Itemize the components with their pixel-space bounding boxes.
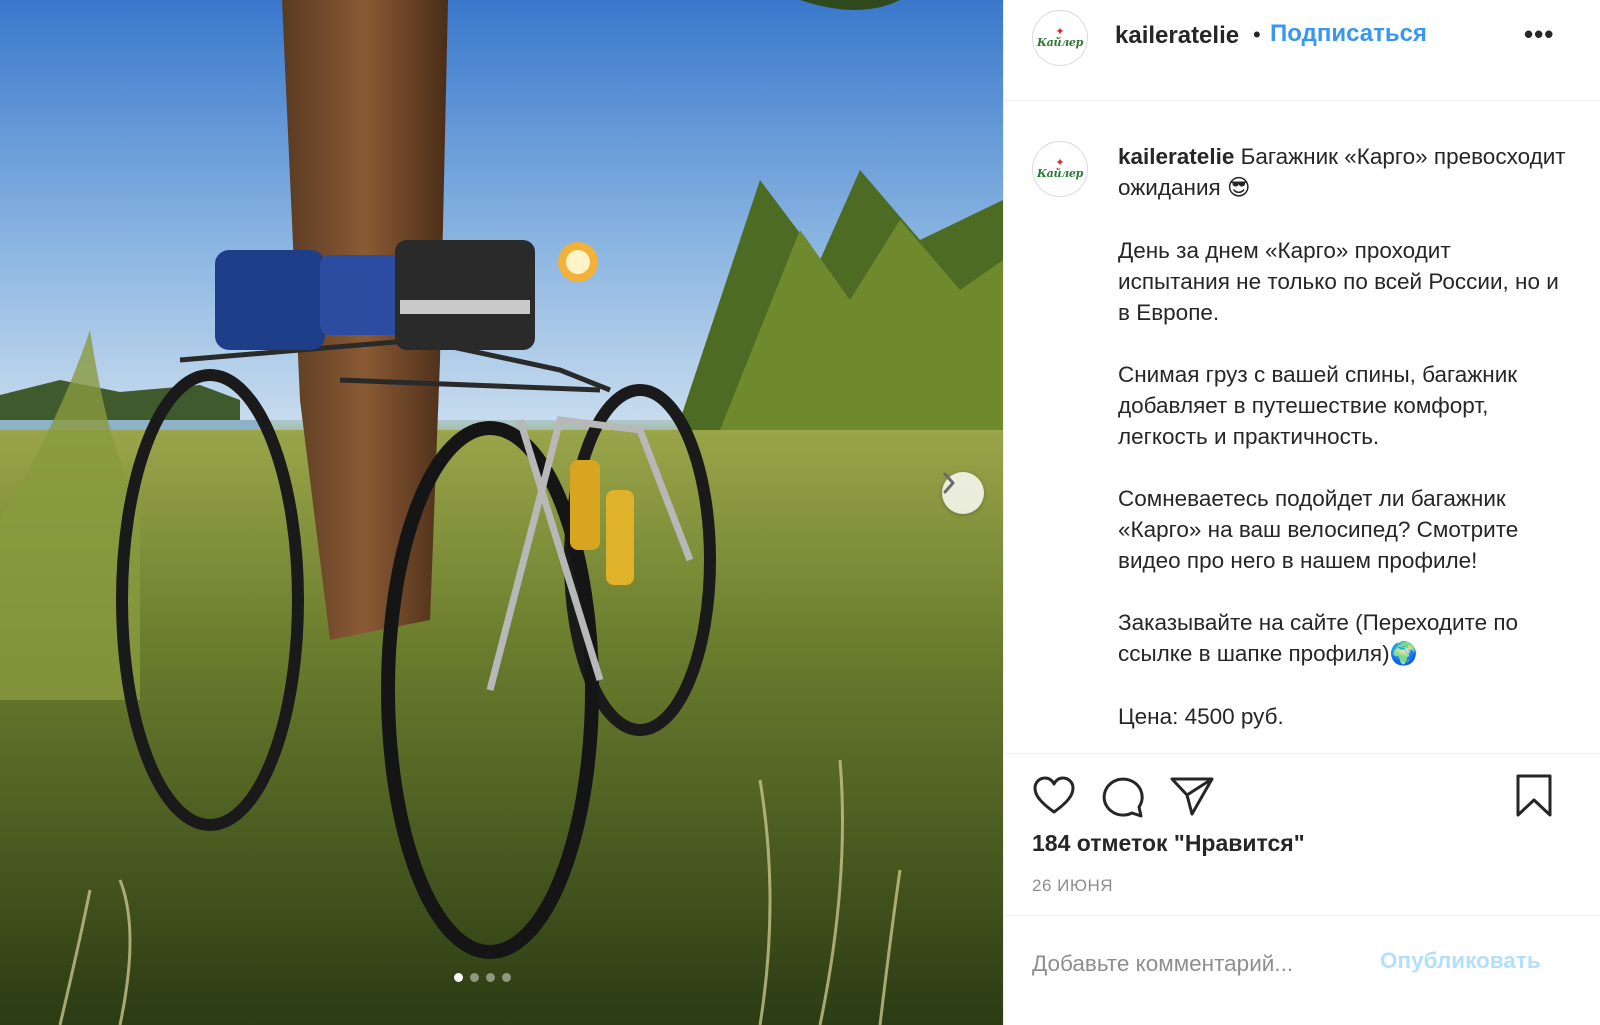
like-button[interactable] bbox=[1032, 776, 1076, 821]
caption-paragraph: Снимая груз с вашей спины, багажник доба… bbox=[1118, 362, 1518, 449]
publish-button[interactable]: Опубликовать bbox=[1380, 948, 1541, 974]
next-slide-button[interactable] bbox=[942, 472, 984, 514]
bookmark-icon bbox=[1516, 774, 1552, 817]
more-options-icon[interactable]: ••• bbox=[1524, 21, 1554, 49]
comment-bubble-icon bbox=[1102, 777, 1144, 818]
caption-paragraph: День за днем «Карго» проходит испытания … bbox=[1118, 238, 1559, 325]
caption-username-link[interactable]: kaileratelie bbox=[1118, 144, 1234, 169]
caption-scroll-area[interactable]: ✦ Кайлер kaileratelie Багажник «Карго» п… bbox=[1004, 101, 1600, 753]
share-button[interactable] bbox=[1170, 776, 1214, 821]
save-button[interactable] bbox=[1515, 774, 1553, 823]
carousel-dot bbox=[454, 973, 463, 982]
carousel-dot bbox=[486, 973, 495, 982]
carousel-dot bbox=[470, 973, 479, 982]
add-comment-row: Опубликовать bbox=[1004, 915, 1600, 1025]
heart-icon bbox=[1033, 776, 1075, 814]
caption-paragraph: Цена: 4500 руб. bbox=[1118, 704, 1284, 729]
sunglasses-emoji: 😎 bbox=[1226, 175, 1251, 201]
post-actions: 184 отметок "Нравится" 26 ИЮНЯ bbox=[1004, 753, 1600, 915]
avatar-logo-text: Кайлер bbox=[1036, 36, 1084, 49]
follow-button[interactable]: Подписаться bbox=[1270, 20, 1427, 48]
caption-paragraph: Заказывайте на сайте (Переходите по ссыл… bbox=[1118, 610, 1519, 666]
paper-plane-icon bbox=[1170, 777, 1214, 816]
chevron-right-icon bbox=[943, 472, 955, 494]
username-link[interactable]: kaileratelie bbox=[1115, 22, 1239, 50]
globe-emoji: 🌍 bbox=[1389, 641, 1418, 667]
carousel-indicator bbox=[454, 973, 511, 982]
carousel-dot bbox=[502, 973, 511, 982]
post-photo[interactable] bbox=[0, 0, 1003, 1025]
post-date[interactable]: 26 ИЮНЯ bbox=[1032, 876, 1113, 896]
likes-count[interactable]: 184 отметок "Нравится" bbox=[1032, 830, 1305, 857]
post-side-panel: ✦ Кайлер kaileratelie • Подписаться ••• … bbox=[1003, 0, 1600, 1025]
avatar-logo-text: Кайлер bbox=[1036, 167, 1084, 180]
bicycles-photo bbox=[0, 0, 1003, 1025]
avatar[interactable]: ✦ Кайлер bbox=[1032, 10, 1088, 66]
caption-paragraph: Сомневаетесь подойдет ли багажник «Карго… bbox=[1118, 486, 1519, 573]
post-caption: kaileratelie Багажник «Карго» превосходи… bbox=[1118, 141, 1568, 732]
comment-button[interactable] bbox=[1101, 776, 1145, 823]
comment-input[interactable] bbox=[1032, 946, 1362, 982]
header-separator: • bbox=[1253, 22, 1261, 47]
avatar[interactable]: ✦ Кайлер bbox=[1032, 141, 1088, 197]
post-header: ✦ Кайлер kaileratelie • Подписаться ••• bbox=[1004, 0, 1600, 101]
